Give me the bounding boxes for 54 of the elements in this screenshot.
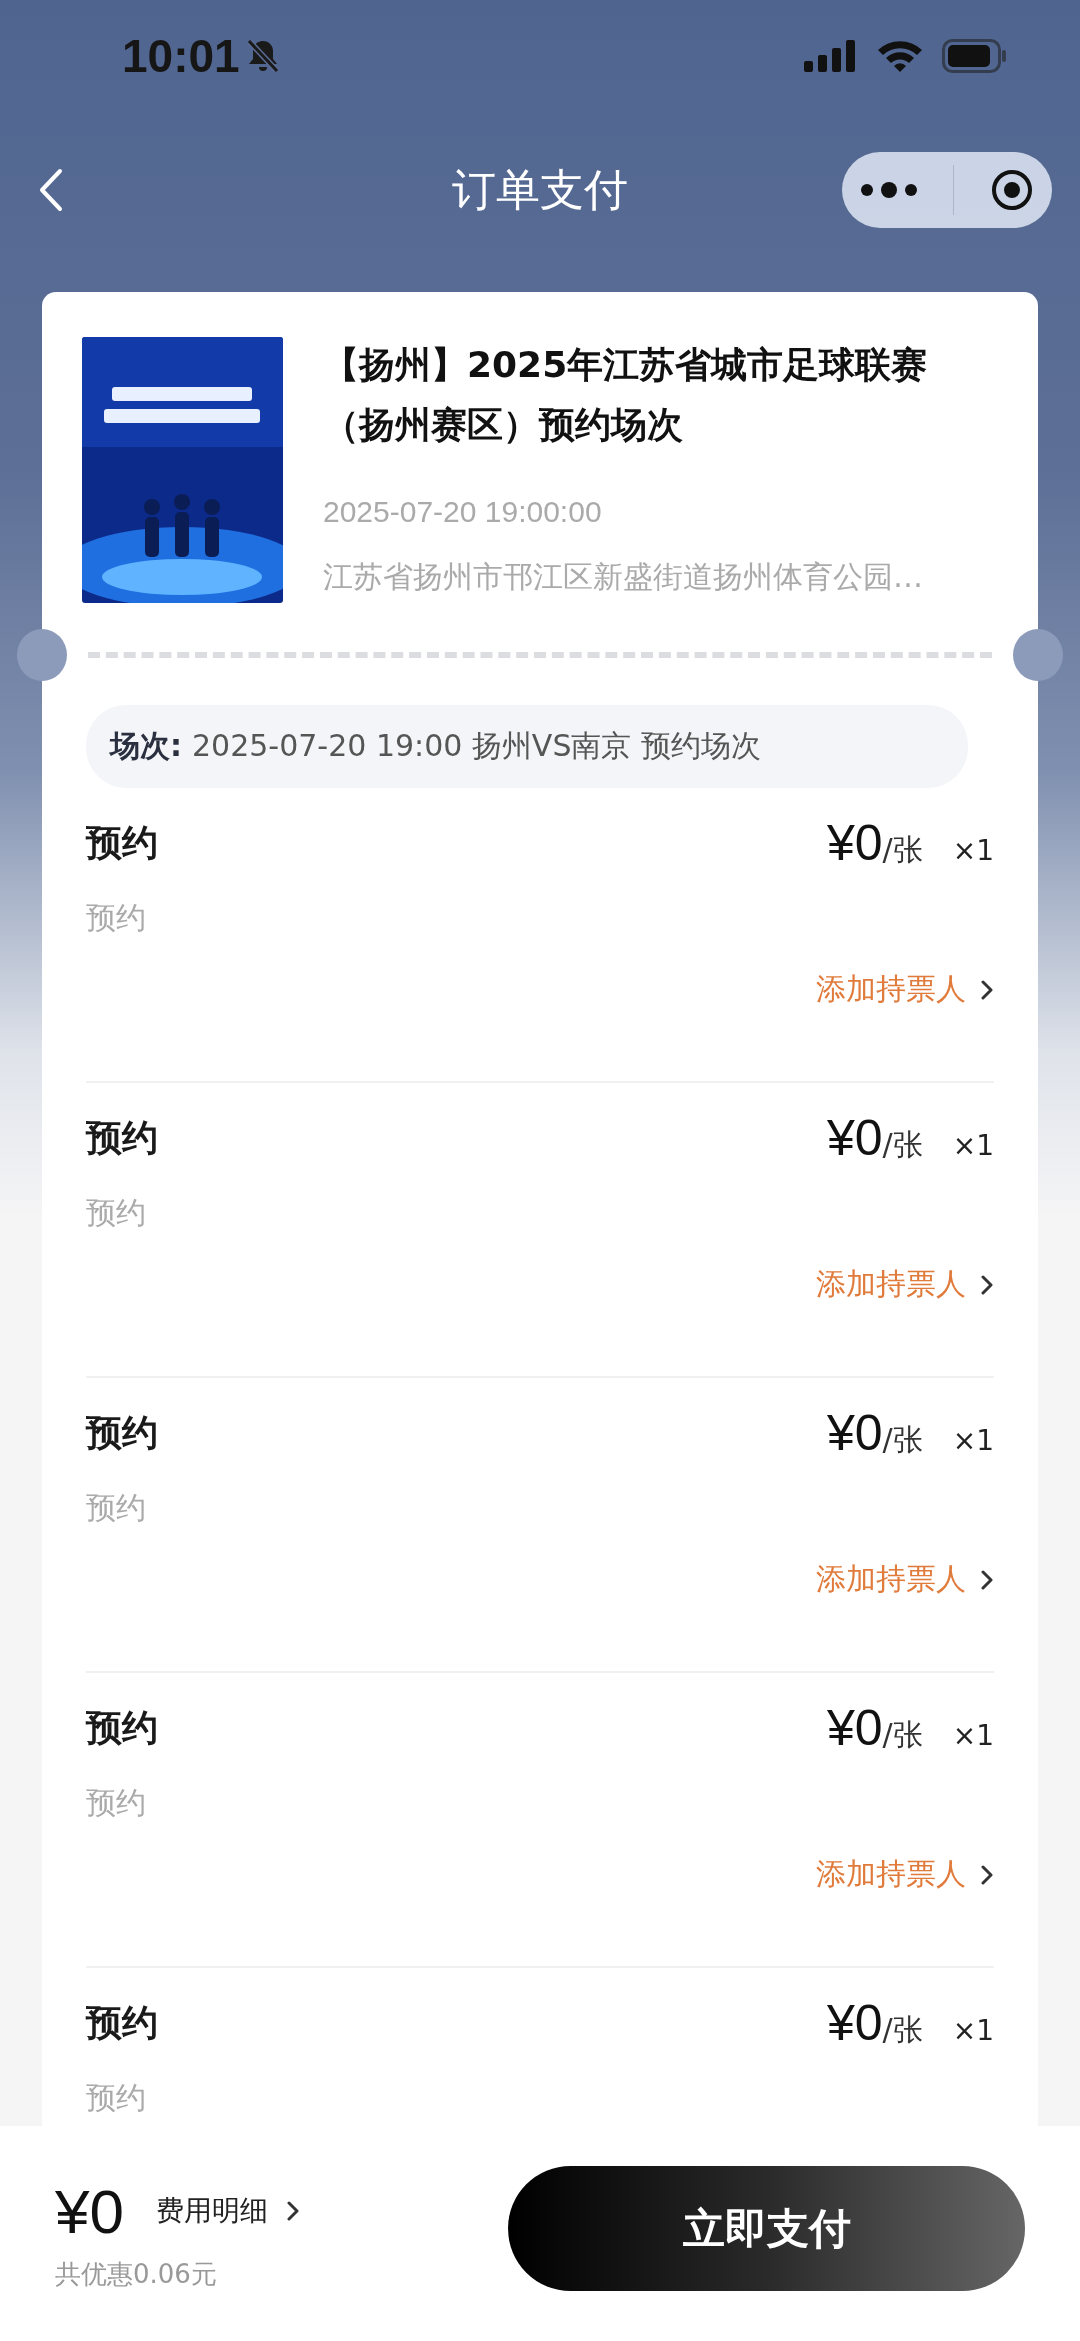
more-icon[interactable] (859, 181, 918, 199)
price-unit: /张 (882, 1717, 923, 1754)
status-time: 10:01 (122, 29, 240, 83)
session-value: 2025-07-20 19:00 扬州VS南京 预约场次 (192, 727, 761, 765)
event-address: 江苏省扬州市邗江区新盛街道扬州体育公园… (323, 558, 924, 596)
add-ticket-holder-link[interactable]: 添加持票人 (816, 969, 966, 1010)
ticket-name: 预约 (86, 820, 158, 865)
session-label: 场次: (110, 727, 182, 765)
chevron-right-icon[interactable] (980, 1274, 994, 1295)
ticket-name: 预约 (86, 1705, 158, 1750)
add-ticket-holder-link[interactable]: 添加持票人 (816, 1854, 966, 1895)
add-ticket-holder-link[interactable]: 添加持票人 (816, 1264, 966, 1305)
back-icon[interactable] (38, 168, 64, 212)
price-unit: /张 (882, 1422, 923, 1459)
chevron-right-icon[interactable] (980, 979, 994, 1000)
event-title: 【扬州】2025年江苏省城市足球联赛（扬州赛区）预约场次 (323, 343, 929, 447)
ticket-price: ¥0 (827, 1994, 883, 2052)
ticket-price: ¥0 (827, 1404, 883, 1462)
ticket-quantity: ×1 (952, 1719, 994, 1752)
event-datetime: 2025-07-20 19:00:00 (323, 495, 603, 529)
chevron-right-icon[interactable] (980, 1864, 994, 1885)
ticket-price: ¥0 (827, 1109, 883, 1167)
total-price: ¥0 (55, 2175, 124, 2247)
ticket-description: 预约 (86, 1194, 147, 1232)
signal-icon (804, 39, 858, 73)
price-unit: /张 (882, 1127, 923, 1164)
ticket-quantity: ×1 (952, 834, 994, 867)
bell-muted-icon (245, 38, 280, 74)
ticket-notch (17, 629, 67, 681)
ticket-price: ¥0 (827, 1699, 883, 1757)
wifi-icon (876, 38, 924, 74)
ticket-description: 预约 (86, 1489, 147, 1527)
ticket-quantity: ×1 (952, 1129, 994, 1162)
battery-icon (942, 39, 1008, 73)
ticket-name: 预约 (86, 1410, 158, 1455)
pay-now-button[interactable]: 立即支付 (508, 2166, 1025, 2291)
chevron-right-icon[interactable] (285, 2201, 300, 2221)
ticket-price: ¥0 (827, 814, 883, 872)
page-title: 订单支付 (452, 162, 628, 217)
ticket-quantity: ×1 (952, 2014, 994, 2047)
ticket-description: 预约 (86, 2079, 147, 2117)
price-unit: /张 (882, 832, 923, 869)
discount-note: 共优惠0.06元 (55, 2257, 218, 2291)
ticket-description: 预约 (86, 1784, 147, 1822)
ticket-notch (1013, 629, 1063, 681)
add-ticket-holder-link[interactable]: 添加持票人 (816, 1559, 966, 1600)
chevron-right-icon[interactable] (980, 1569, 994, 1590)
fee-details-link[interactable]: 费用明细 (155, 2192, 268, 2230)
ticket-name: 预约 (86, 1115, 158, 1160)
ticket-name: 预约 (86, 2000, 158, 2045)
close-target-icon[interactable] (990, 168, 1035, 212)
price-unit: /张 (882, 2012, 923, 2049)
ticket-quantity: ×1 (952, 1424, 994, 1457)
ticket-description: 预约 (86, 899, 147, 937)
